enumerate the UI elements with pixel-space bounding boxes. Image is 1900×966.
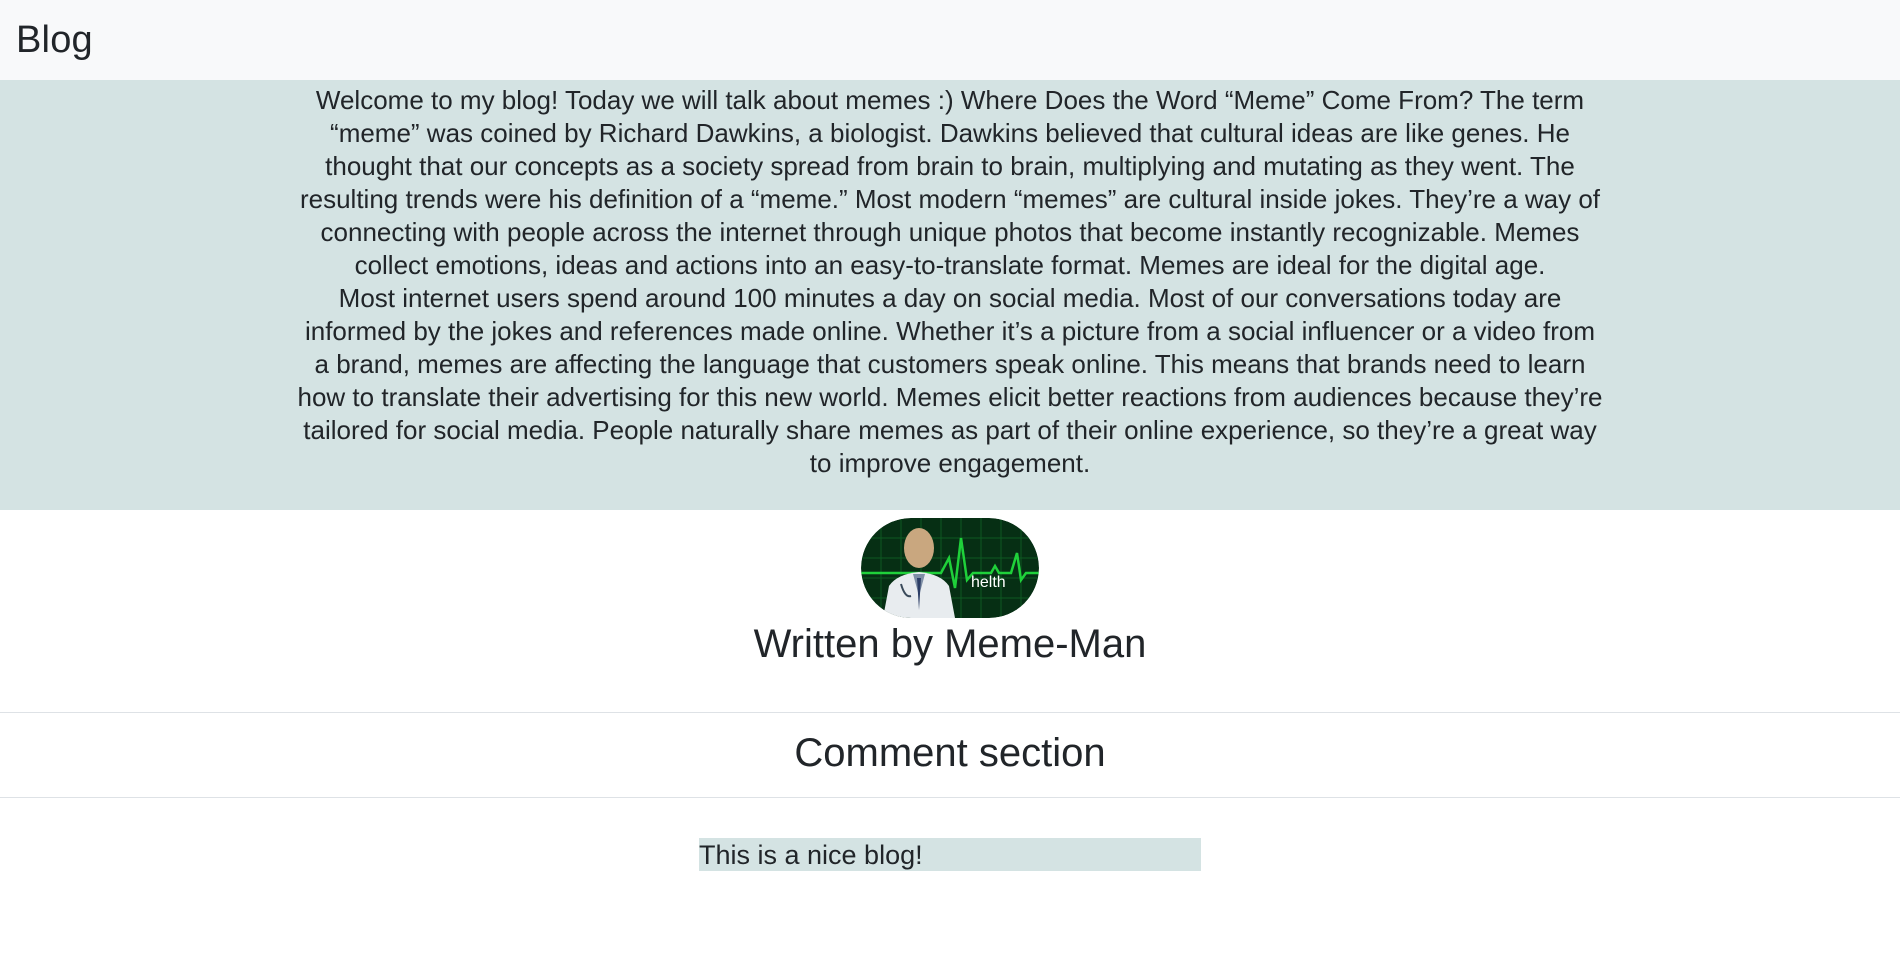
- author-avatar: helth: [861, 518, 1039, 618]
- author-name: Written by Meme-Man: [753, 622, 1147, 666]
- article-paragraph-1: Welcome to my blog! Today we will talk a…: [299, 85, 1601, 280]
- article-body: Welcome to my blog! Today we will talk a…: [295, 84, 1605, 480]
- article-section: Welcome to my blog! Today we will talk a…: [0, 80, 1900, 510]
- brand-link[interactable]: Blog: [16, 19, 93, 62]
- comment-item: This is a nice blog!: [699, 838, 1201, 871]
- author-section: helth Written by Meme-Man: [0, 510, 1900, 668]
- avatar-caption: helth: [971, 574, 1006, 591]
- comments-list: This is a nice blog!: [0, 798, 1900, 871]
- article-paragraph-2: Most internet users spend around 100 min…: [297, 283, 1603, 478]
- comments-title: Comment section: [794, 731, 1106, 775]
- navbar: Blog: [0, 0, 1900, 80]
